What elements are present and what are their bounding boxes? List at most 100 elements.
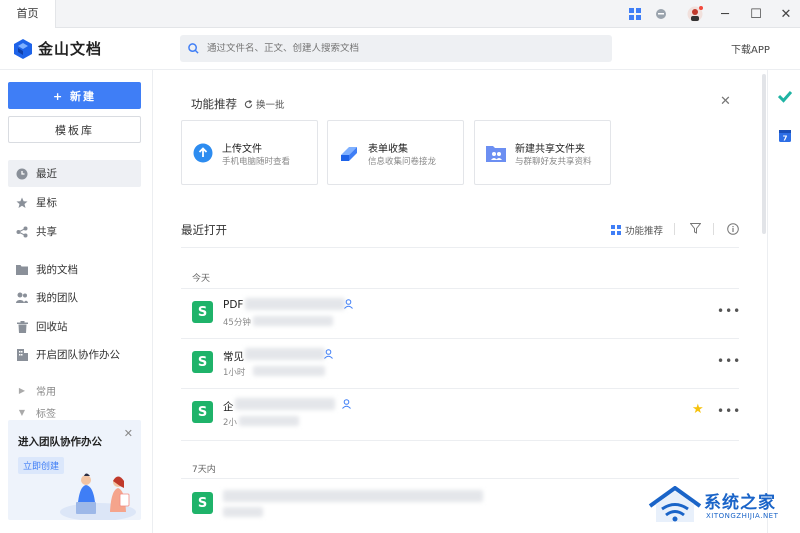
sidebar-item-shared[interactable]: 共享 bbox=[8, 218, 141, 245]
maximize-button[interactable]: ☐ bbox=[741, 0, 771, 28]
divider bbox=[181, 247, 739, 248]
info-button[interactable] bbox=[727, 223, 739, 235]
feature-card-shared-folder[interactable]: 新建共享文件夹 与群聊好友共享资料 bbox=[474, 120, 611, 185]
template-library-button[interactable]: 模板库 bbox=[8, 116, 141, 143]
sidebar-item-label: 开启团队协作办公 bbox=[36, 349, 120, 361]
caret-right-icon: ▶ bbox=[18, 386, 26, 395]
star-icon bbox=[16, 197, 28, 209]
logo[interactable]: 金山文档 bbox=[14, 38, 102, 59]
caret-down-icon: ▼ bbox=[18, 407, 26, 417]
search-input[interactable] bbox=[207, 43, 587, 54]
sidebar-item-my-team[interactable]: 我的团队 bbox=[8, 284, 141, 311]
refresh-icon bbox=[244, 99, 253, 108]
more-icon[interactable]: ••• bbox=[717, 354, 741, 368]
file-row[interactable]: S 企 2小 ★ ••• bbox=[181, 389, 741, 437]
feature-card-title: 上传文件 bbox=[222, 144, 262, 155]
share-icon bbox=[16, 226, 28, 238]
feature-card-subtitle: 手机电脑随时查看 bbox=[222, 157, 291, 167]
feature-recommend-button[interactable]: 功能推荐 bbox=[611, 223, 663, 237]
blurred-text bbox=[245, 298, 345, 310]
file-row[interactable]: S PDF 45分钟 ••• bbox=[181, 289, 741, 337]
folder-icon bbox=[16, 264, 28, 276]
kdocs-logo-icon bbox=[14, 38, 32, 59]
form-icon bbox=[338, 142, 360, 164]
tab-home[interactable]: 首页 bbox=[0, 0, 56, 28]
blurred-text bbox=[239, 416, 299, 426]
feature-card-title: 表单收集 bbox=[368, 144, 408, 155]
sidebar-item-label: 我的文档 bbox=[36, 264, 78, 276]
file-row[interactable]: S 常见 1小时 ••• bbox=[181, 339, 741, 387]
chat-icon[interactable] bbox=[652, 5, 670, 23]
apps-grid-icon[interactable] bbox=[626, 5, 644, 23]
check-task-icon[interactable] bbox=[778, 89, 792, 103]
download-app-link[interactable]: 下载APP bbox=[731, 41, 770, 56]
group-label-today: 今天 bbox=[192, 274, 211, 284]
promo-title: 进入团队协作办公 bbox=[18, 436, 102, 448]
file-meta: 45分钟 bbox=[223, 318, 251, 328]
sidebar-item-label: 星标 bbox=[36, 197, 57, 209]
sidebar-item-team-collab[interactable]: 开启团队协作办公 bbox=[8, 341, 141, 368]
close-features-icon[interactable]: ✕ bbox=[720, 94, 731, 109]
file-meta: 1小时 bbox=[223, 368, 246, 378]
close-window-button[interactable]: ✕ bbox=[771, 0, 800, 28]
refresh-features-button[interactable]: 换一批 bbox=[244, 97, 285, 111]
feature-card-upload[interactable]: 上传文件 手机电脑随时查看 bbox=[181, 120, 318, 185]
features-title: 功能推荐 bbox=[191, 97, 237, 111]
sidebar-section-label: 标签 bbox=[36, 408, 56, 420]
minimize-button[interactable]: ─ bbox=[710, 0, 740, 28]
sidebar-section-label: 常用 bbox=[36, 387, 56, 398]
more-icon[interactable]: ••• bbox=[717, 304, 741, 318]
promo-close-icon[interactable]: ✕ bbox=[124, 427, 133, 440]
spreadsheet-file-icon: S bbox=[192, 301, 213, 323]
feature-card-title: 新建共享文件夹 bbox=[515, 144, 585, 155]
shared-folder-icon bbox=[485, 142, 507, 164]
file-name: PDF bbox=[223, 299, 244, 311]
sidebar-section-tags[interactable]: ▼ 标签 bbox=[8, 404, 141, 420]
search-box[interactable] bbox=[180, 35, 612, 62]
team-illustration bbox=[60, 473, 136, 520]
watermark-subtext: XITONGZHIJIA.NET bbox=[706, 512, 779, 520]
sidebar-item-label: 回收站 bbox=[36, 321, 68, 333]
sidebar-item-label: 我的团队 bbox=[36, 292, 78, 304]
filter-button[interactable] bbox=[690, 223, 701, 234]
calendar-icon[interactable]: 7 bbox=[778, 128, 792, 142]
scrollbar-thumb[interactable] bbox=[762, 74, 766, 234]
new-button[interactable]: + 新建 bbox=[8, 82, 141, 109]
spreadsheet-file-icon: S bbox=[192, 401, 213, 423]
sidebar-item-label: 最近 bbox=[36, 168, 57, 180]
blurred-text bbox=[223, 507, 263, 517]
team-promo-card: 进入团队协作办公 立即创建 ✕ bbox=[8, 420, 141, 520]
more-icon[interactable]: ••• bbox=[717, 404, 741, 418]
collaborator-icon bbox=[342, 399, 351, 412]
collaborator-icon bbox=[324, 349, 333, 362]
title-bar: 首页 ─ ☐ ✕ bbox=[0, 0, 800, 28]
recent-title: 最近打开 bbox=[181, 223, 227, 237]
spreadsheet-file-icon: S bbox=[192, 351, 213, 373]
feature-card-form[interactable]: 表单收集 信息收集问卷接龙 bbox=[327, 120, 464, 185]
house-logo-icon bbox=[648, 486, 702, 522]
sidebar-section-frequent[interactable]: ▶ 常用 bbox=[8, 377, 141, 404]
sidebar-item-trash[interactable]: 回收站 bbox=[8, 313, 141, 340]
logo-name: 金山文档 bbox=[38, 40, 103, 58]
toolbar-divider bbox=[674, 223, 675, 235]
sidebar-item-recent[interactable]: 最近 bbox=[8, 160, 141, 187]
refresh-label: 换一批 bbox=[256, 100, 285, 111]
sidebar-item-starred[interactable]: 星标 bbox=[8, 189, 141, 216]
toolbar-divider bbox=[713, 223, 714, 235]
app-header: 金山文档 下载APP bbox=[0, 28, 800, 70]
svg-text:7: 7 bbox=[783, 134, 788, 142]
sidebar-item-my-docs[interactable]: 我的文档 bbox=[8, 256, 141, 283]
file-name: 常见 bbox=[223, 351, 244, 363]
clock-icon bbox=[16, 168, 28, 180]
blurred-text bbox=[223, 490, 483, 502]
avatar[interactable] bbox=[686, 5, 704, 23]
feature-card-subtitle: 信息收集问卷接龙 bbox=[368, 157, 437, 167]
spreadsheet-file-icon: S bbox=[192, 492, 213, 514]
site-watermark: 系统之家 XITONGZHIJIA.NET bbox=[648, 456, 798, 528]
file-meta: 2小 bbox=[223, 418, 237, 428]
star-icon[interactable]: ★ bbox=[692, 402, 704, 417]
feature-card-subtitle: 与群聊好友共享资料 bbox=[515, 157, 592, 167]
divider bbox=[181, 440, 739, 441]
team-icon bbox=[16, 292, 28, 304]
info-icon bbox=[727, 223, 739, 235]
